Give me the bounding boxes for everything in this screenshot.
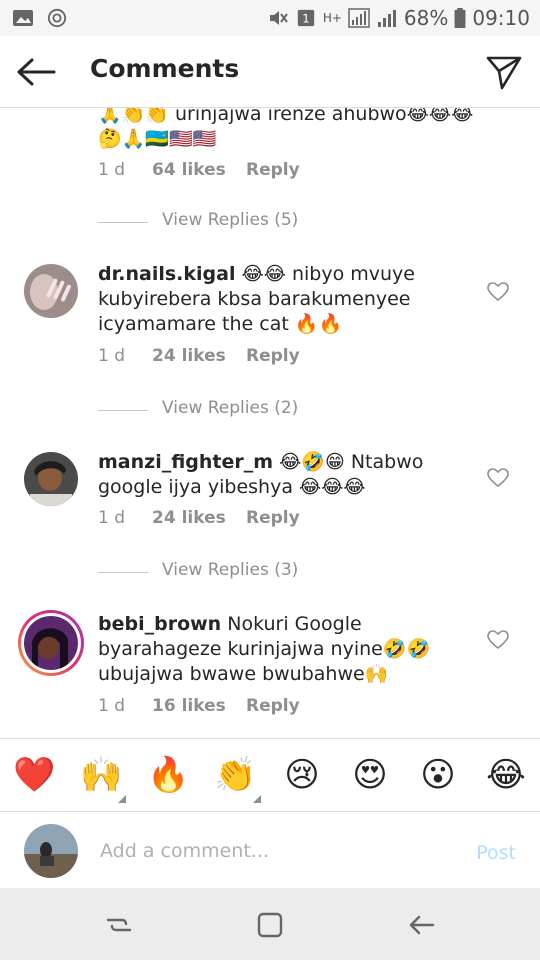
signal-icon [348,8,370,28]
back-arrow-icon[interactable] [14,54,58,90]
avatar-image [24,264,78,318]
home-icon[interactable] [255,910,285,940]
likes-count[interactable]: 24 likes [152,508,246,528]
comment-time: 1 d [98,346,126,366]
network-type: H+ [322,11,342,25]
heart-icon[interactable] [487,282,509,302]
back-nav-icon[interactable] [406,910,436,940]
emoji-surprised[interactable]: 😮 [418,755,458,795]
gallery-icon [13,10,33,26]
sim-number: 1 [302,12,310,26]
emoji-tears-of-joy[interactable]: 😂 [486,755,526,795]
comment-list[interactable]: 🙏👏👏 urinjajwa irenze ahubwo😂😂😂🤔🙏🇷🇼🇺🇸🇺🇸 1… [0,108,540,738]
comments-header: Comments [0,36,540,108]
comment-username[interactable]: manzi_fighter_m [98,451,273,473]
sim-icon: 1 [297,9,315,27]
view-replies[interactable]: View Replies (2) [98,398,398,422]
emoji-crying[interactable]: 😢 [282,755,322,795]
comment-meta: 1 d 24 likes Reply [98,508,300,528]
sync-icon [47,8,67,28]
emoji-heart-eyes[interactable]: 😍 [350,755,390,795]
emoji-raising-hands[interactable]: 🙌 [80,755,122,795]
skin-tone-indicator [118,795,126,803]
emoji-clapping[interactable]: 👏 [214,755,256,795]
mute-icon [269,11,288,25]
signal-icon-2 [377,10,396,27]
battery-percent: 68% [403,6,449,30]
comment-composer: Post [0,812,540,888]
comment-time: 1 d [98,696,126,716]
comment-time: 1 d [98,160,126,180]
reply-button[interactable]: Reply [246,346,300,366]
likes-count[interactable]: 24 likes [152,346,246,366]
reply-button[interactable]: Reply [246,696,300,716]
status-right-icons: 1 H+ 68% 09:10 [267,6,530,30]
page-title: Comments [90,54,240,83]
emoji-heart[interactable]: ❤️ [13,755,55,795]
comment-username[interactable]: dr.nails.kigal [98,263,235,285]
view-replies[interactable]: View Replies (3) [98,560,398,584]
reply-button[interactable]: Reply [246,508,300,528]
recent-apps-icon[interactable] [104,910,134,940]
comment-meta: 1 d 64 likes Reply [98,160,300,180]
battery-icon [454,8,466,28]
comment-input[interactable] [100,832,430,870]
comment-body: manzi_fighter_m 😂🤣😁 Ntabwo google ijya y… [98,450,478,500]
comment-time: 1 d [98,508,126,528]
likes-count[interactable]: 64 likes [152,160,246,180]
replies-divider [98,572,148,573]
my-avatar-image [24,824,78,878]
view-replies-label[interactable]: View Replies (5) [162,210,298,230]
post-button[interactable]: Post [476,842,516,864]
view-replies-label[interactable]: View Replies (3) [162,560,298,580]
avatar[interactable] [24,264,78,318]
avatar[interactable] [24,452,78,506]
status-bar: 1 H+ 68% 09:10 [0,0,540,36]
comment-meta: 1 d 16 likes Reply [98,696,300,716]
comment-body: bebi_brown Nokuri Google byarahageze kur… [98,612,478,687]
avatar-image [24,452,78,506]
clock: 09:10 [472,6,530,30]
replies-divider [98,222,148,223]
view-replies[interactable]: View Replies (5) [98,210,398,234]
my-avatar [24,824,78,878]
replies-divider [98,410,148,411]
emoji-fire[interactable]: 🔥 [147,755,189,795]
skin-tone-indicator [253,795,261,803]
comment-body: dr.nails.kigal 😂😂 nibyo mvuye kubyireber… [98,262,478,337]
status-left-icons [12,8,68,28]
likes-count[interactable]: 16 likes [152,696,246,716]
comment-username[interactable]: bebi_brown [98,613,221,635]
emoji-quick-bar: ❤️ 🙌 🔥 👏 😢 😍 😮 😂 [0,738,540,812]
comment-meta: 1 d 24 likes Reply [98,346,300,366]
send-icon[interactable] [484,52,524,92]
comment-body: 🙏👏👏 urinjajwa irenze ahubwo😂😂😂🤔🙏🇷🇼🇺🇸🇺🇸 [98,108,478,152]
avatar-story-ring[interactable] [18,610,84,676]
heart-icon[interactable] [487,468,509,488]
system-nav-bar [0,888,540,960]
heart-icon[interactable] [487,630,509,650]
reply-button[interactable]: Reply [246,160,300,180]
avatar-image [24,616,78,670]
view-replies-label[interactable]: View Replies (2) [162,398,298,418]
comment-text: 🙏👏👏 urinjajwa irenze ahubwo😂😂😂🤔🙏🇷🇼🇺🇸🇺🇸 [98,108,474,150]
